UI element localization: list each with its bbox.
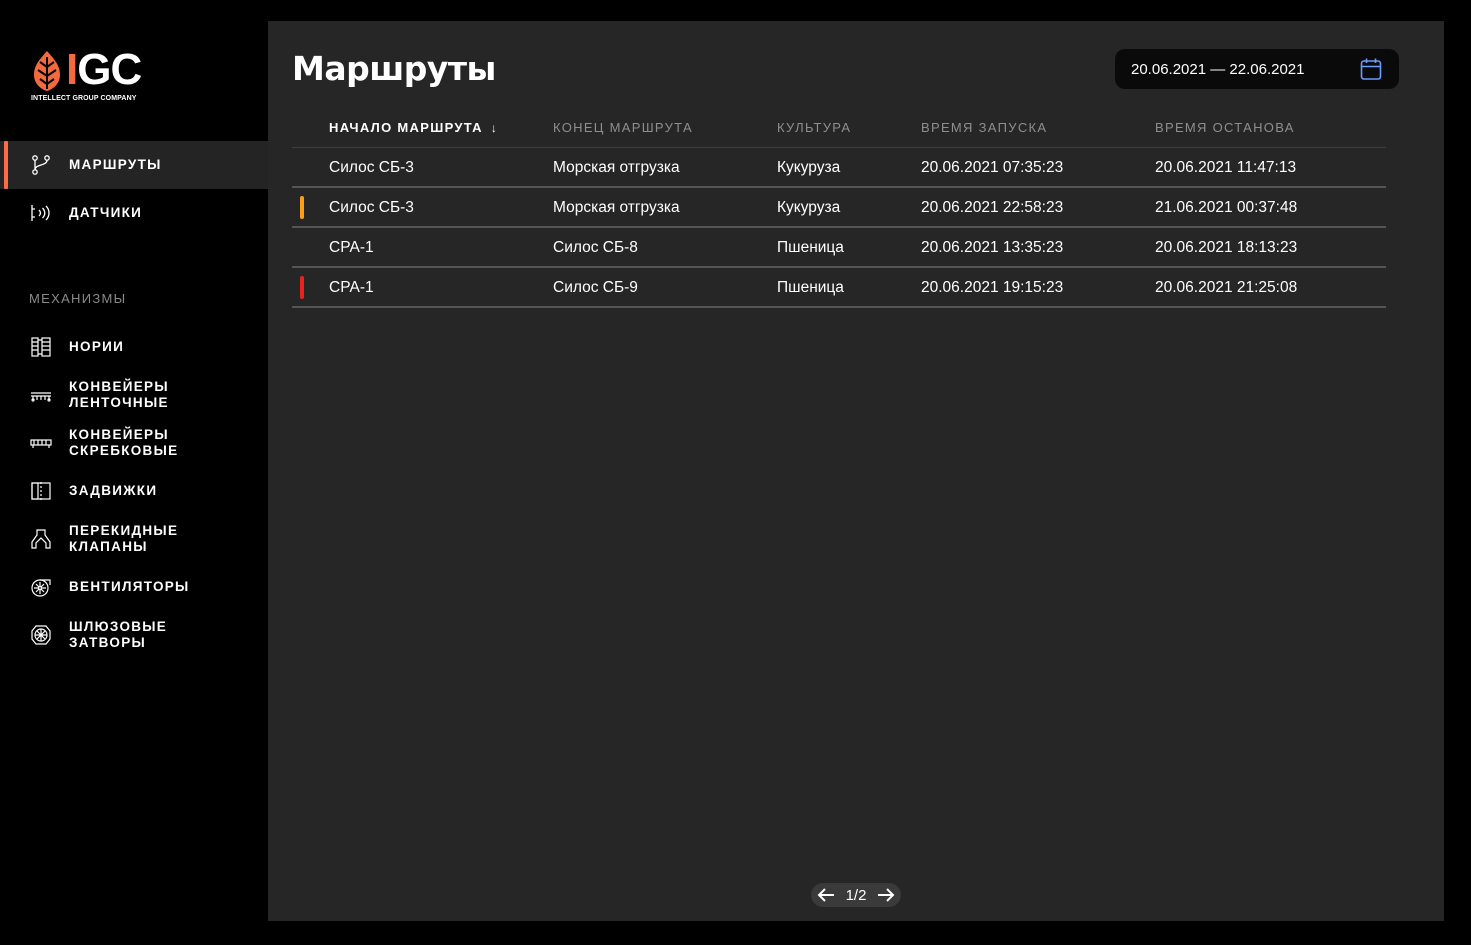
sidebar-item-fans[interactable]: Вентиляторы	[0, 563, 268, 611]
date-range-picker[interactable]: 20.06.2021 — 22.06.2021	[1115, 49, 1399, 89]
sidebar: IGC INTELLECT GROUP COMPANY Маршруты Дат…	[0, 0, 268, 945]
diverter-valve-icon	[30, 528, 52, 550]
scraper-conveyor-icon	[30, 432, 52, 454]
cell-stop-time: 20.06.2021 11:47:13	[1155, 159, 1297, 176]
sidebar-item-diverter-valves[interactable]: Перекидные клапаны	[0, 515, 268, 563]
cell-start: СРА-1	[329, 239, 374, 256]
cell-crop: Кукуруза	[777, 159, 841, 176]
prev-page-arrow-icon[interactable]	[815, 884, 837, 906]
cell-crop: Пшеница	[777, 239, 844, 256]
bucket-elevator-icon	[30, 336, 52, 358]
column-header-crop[interactable]: Культура	[777, 120, 851, 135]
column-header-stop-time[interactable]: Время останова	[1155, 120, 1295, 135]
logo-subtitle: INTELLECT GROUP COMPANY	[31, 95, 137, 102]
sidebar-item-scraper-conveyors[interactable]: Конвейеры скребковые	[0, 419, 268, 467]
status-indicator-error	[300, 276, 304, 299]
column-header-launch-time[interactable]: Время запуска	[921, 120, 1047, 135]
table-row[interactable]: Силос СБ-3 Морская отгрузка Кукуруза 20.…	[292, 148, 1386, 188]
sidebar-item-label: Перекидные клапаны	[69, 523, 179, 554]
cell-end: Морская отгрузка	[553, 159, 680, 176]
sidebar-item-rotary-valves[interactable]: Шлюзовые затворы	[0, 611, 268, 659]
cell-start: Силос СБ-3	[329, 199, 414, 216]
sidebar-item-label: Датчики	[69, 205, 143, 220]
table-row[interactable]: Силос СБ-3 Морская отгрузка Кукуруза 20.…	[292, 188, 1386, 228]
status-indicator-warning	[300, 196, 304, 219]
cell-crop: Пшеница	[777, 279, 844, 296]
main-panel: Маршруты 20.06.2021 — 22.06.2021 Начало …	[268, 21, 1444, 921]
table-header: Начало маршрута ↓ Конец маршрута Культура…	[292, 108, 1386, 148]
logo-brand: IGC	[66, 45, 142, 94]
rotary-valve-icon	[30, 624, 52, 646]
sort-arrow-icon: ↓	[490, 121, 499, 135]
cell-crop: Кукуруза	[777, 199, 841, 216]
calendar-icon[interactable]	[1359, 57, 1383, 86]
sensor-icon	[30, 202, 52, 224]
cell-stop-time: 20.06.2021 21:25:08	[1155, 279, 1298, 296]
table-row[interactable]: СРА-1 Силос СБ-9 Пшеница 20.06.2021 19:1…	[292, 268, 1386, 308]
sidebar-item-label: Маршруты	[69, 157, 162, 172]
sidebar-item-label: Нории	[69, 339, 125, 354]
sidebar-item-routes[interactable]: Маршруты	[0, 141, 268, 189]
gate-valve-icon	[30, 480, 52, 502]
cell-end: Силос СБ-8	[553, 239, 638, 256]
cell-end: Морская отгрузка	[553, 199, 680, 216]
sidebar-item-label: Задвижки	[69, 483, 158, 498]
sidebar-item-label: Конвейеры скребковые	[69, 427, 179, 458]
route-icon	[30, 154, 52, 176]
date-range-text: 20.06.2021 — 22.06.2021	[1131, 60, 1305, 78]
page-indicator: 1/2	[845, 886, 867, 904]
pagination: 1/2	[811, 883, 901, 907]
company-logo[interactable]: IGC INTELLECT GROUP COMPANY	[30, 45, 162, 105]
table-row[interactable]: СРА-1 Силос СБ-8 Пшеница 20.06.2021 13:3…	[292, 228, 1386, 268]
cell-launch-time: 20.06.2021 07:35:23	[921, 159, 1064, 176]
cell-start: Силос СБ-3	[329, 159, 414, 176]
cell-launch-time: 20.06.2021 19:15:23	[921, 279, 1064, 296]
cell-end: Силос СБ-9	[553, 279, 638, 296]
sidebar-item-sensors[interactable]: Датчики	[0, 189, 268, 237]
sidebar-item-label: Шлюзовые затворы	[69, 619, 168, 650]
leaf-logo-icon	[34, 51, 60, 91]
sidebar-item-bucket-elevators[interactable]: Нории	[0, 323, 268, 371]
next-page-arrow-icon[interactable]	[875, 884, 897, 906]
routes-table: Начало маршрута ↓ Конец маршрута Культура…	[292, 108, 1386, 308]
sidebar-item-belt-conveyors[interactable]: Конвейеры ленточные	[0, 371, 268, 419]
sidebar-item-gate-valves[interactable]: Задвижки	[0, 467, 268, 515]
cell-launch-time: 20.06.2021 22:58:23	[921, 199, 1064, 216]
mechanisms-section-title: Механизмы	[29, 291, 127, 306]
column-header-end[interactable]: Конец маршрута	[553, 120, 693, 135]
page-title: Маршруты	[292, 49, 496, 88]
sidebar-item-label: Конвейеры ленточные	[69, 379, 169, 410]
cell-stop-time: 20.06.2021 18:13:23	[1155, 239, 1298, 256]
fan-icon	[30, 576, 52, 598]
cell-start: СРА-1	[329, 279, 374, 296]
cell-stop-time: 21.06.2021 00:37:48	[1155, 199, 1298, 216]
belt-conveyor-icon	[30, 384, 52, 406]
cell-launch-time: 20.06.2021 13:35:23	[921, 239, 1064, 256]
column-header-start[interactable]: Начало маршрута ↓	[329, 120, 498, 135]
sidebar-item-label: Вентиляторы	[69, 579, 190, 594]
